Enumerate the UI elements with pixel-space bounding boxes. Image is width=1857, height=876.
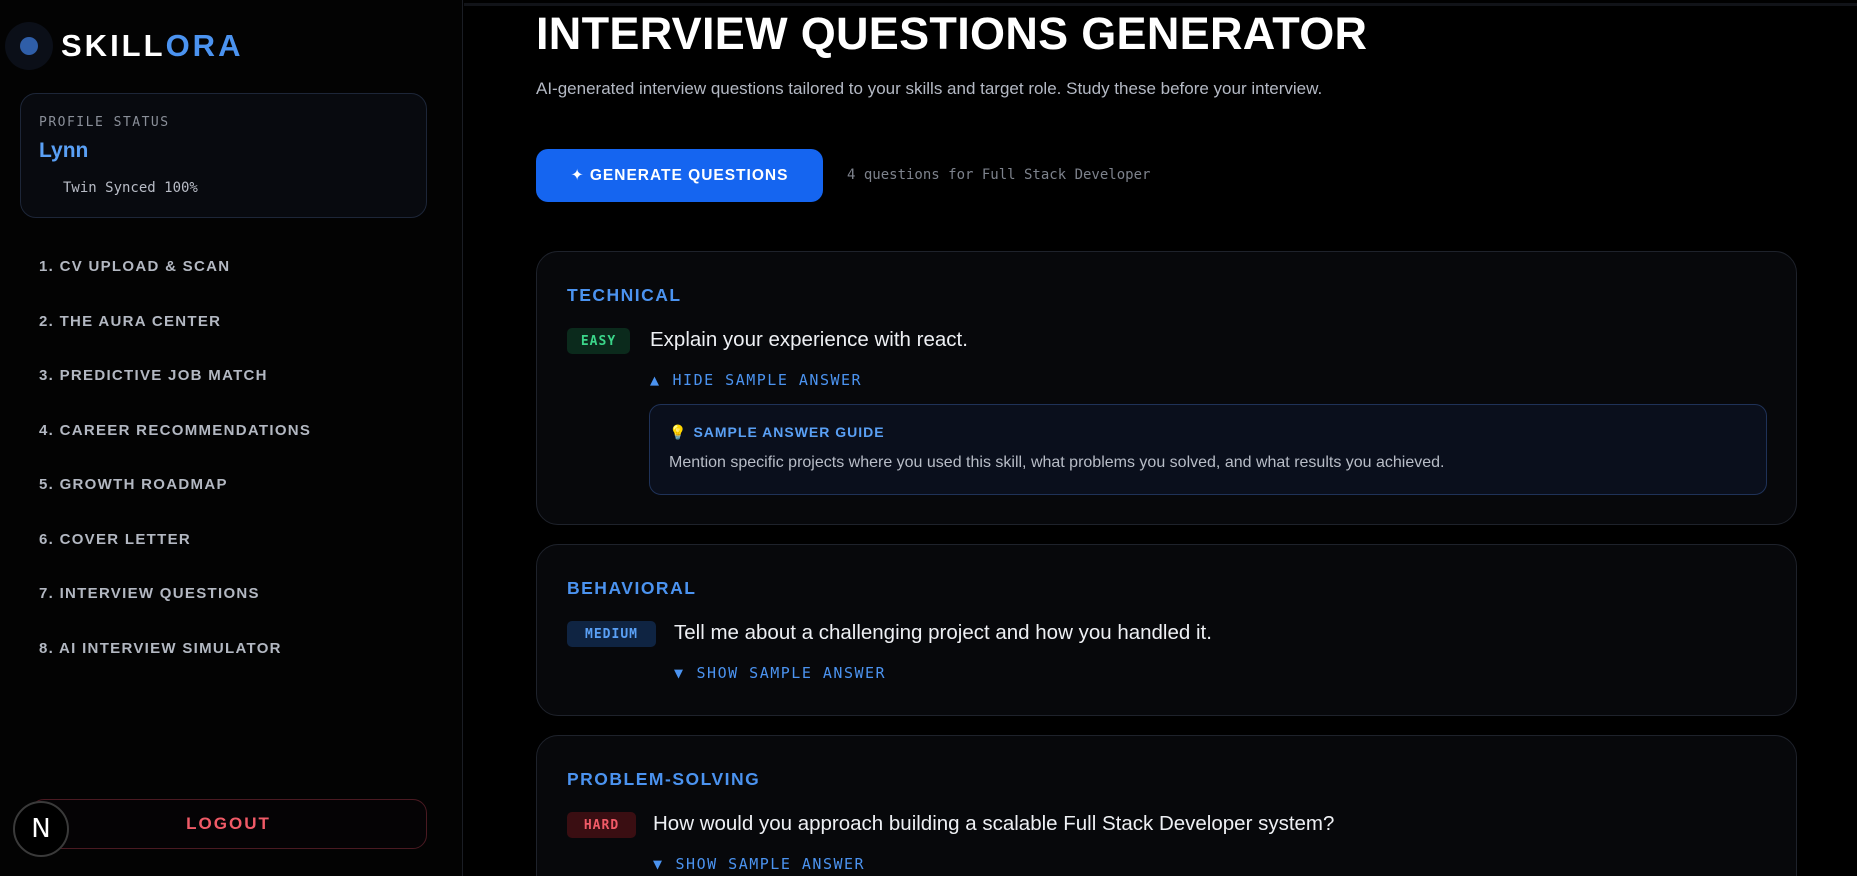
sample-answer-box: 💡 SAMPLE ANSWER GUIDE Mention specific pr… xyxy=(649,404,1767,495)
difficulty-badge: HARD xyxy=(567,812,636,838)
top-divider xyxy=(464,3,1857,6)
brand-name: SKILLORA xyxy=(61,28,243,64)
chevron-down-icon: ▼ xyxy=(674,664,685,682)
generate-questions-button[interactable]: ✦ GENERATE QUESTIONS xyxy=(536,149,823,202)
sidebar-item-interview-questions[interactable]: 7. INTERVIEW QUESTIONS xyxy=(39,580,429,635)
lightbulb-icon: 💡 xyxy=(669,424,688,440)
question-card: BEHAVIORAL MEDIUM Tell me about a challe… xyxy=(536,544,1797,716)
question-card: TECHNICAL EASY Explain your experience w… xyxy=(536,251,1797,525)
profile-status-card: PROFILE STATUS Lynn Twin Synced 100% xyxy=(20,93,427,218)
difficulty-badge: EASY xyxy=(567,328,630,354)
questions-count-info: 4 questions for Full Stack Developer xyxy=(847,167,1151,183)
sidebar-item-cover-letter[interactable]: 6. COVER LETTER xyxy=(39,526,429,581)
toggle-label: SHOW SAMPLE ANSWER xyxy=(675,855,866,873)
toggle-label: SHOW SAMPLE ANSWER xyxy=(696,664,887,682)
sync-status: Twin Synced 100% xyxy=(63,180,198,196)
sidebar-item-cv-upload[interactable]: 1. CV UPLOAD & SCAN xyxy=(39,253,429,308)
profile-name: Lynn xyxy=(39,139,89,162)
question-category: PROBLEM-SOLVING xyxy=(567,769,761,789)
n-logo-icon[interactable]: N xyxy=(13,801,69,857)
toggle-label: HIDE SAMPLE ANSWER xyxy=(672,371,863,389)
show-sample-answer-button[interactable]: ▼ SHOW SAMPLE ANSWER xyxy=(653,855,865,873)
sample-answer-title-text: SAMPLE ANSWER GUIDE xyxy=(693,424,885,440)
page-title: INTERVIEW QUESTIONS GENERATOR xyxy=(536,8,1368,59)
sidebar: SKILLORA PROFILE STATUS Lynn Twin Synced… xyxy=(0,0,463,876)
sidebar-item-interview-simulator[interactable]: 8. AI INTERVIEW SIMULATOR xyxy=(39,635,429,690)
brand-name-part1: SKILL xyxy=(61,28,166,63)
question-text: How would you approach building a scalab… xyxy=(653,812,1335,835)
chevron-up-icon: ▲ xyxy=(650,371,661,389)
sidebar-nav: 1. CV UPLOAD & SCAN 2. THE AURA CENTER 3… xyxy=(39,253,429,689)
difficulty-badge: MEDIUM xyxy=(567,621,656,647)
brand-logo[interactable]: SKILLORA xyxy=(5,22,243,70)
sample-answer-text: Mention specific projects where you used… xyxy=(669,454,1445,471)
question-category: BEHAVIORAL xyxy=(567,578,697,598)
sample-answer-title: 💡 SAMPLE ANSWER GUIDE xyxy=(669,424,885,441)
page-subtitle: AI-generated interview questions tailore… xyxy=(536,79,1323,98)
brand-name-part2: ORA xyxy=(165,28,244,63)
question-text: Explain your experience with react. xyxy=(650,328,968,351)
profile-status-label: PROFILE STATUS xyxy=(39,115,170,130)
sidebar-item-growth-roadmap[interactable]: 5. GROWTH ROADMAP xyxy=(39,471,429,526)
question-text: Tell me about a challenging project and … xyxy=(674,621,1212,644)
hide-sample-answer-button[interactable]: ▲ HIDE SAMPLE ANSWER xyxy=(650,371,862,389)
question-category: TECHNICAL xyxy=(567,285,682,305)
sidebar-item-job-match[interactable]: 3. PREDICTIVE JOB MATCH xyxy=(39,362,429,417)
logout-button[interactable]: LOGOUT xyxy=(30,799,427,849)
question-card: PROBLEM-SOLVING HARD How would you appro… xyxy=(536,735,1797,876)
chevron-down-icon: ▼ xyxy=(653,855,664,873)
show-sample-answer-button[interactable]: ▼ SHOW SAMPLE ANSWER xyxy=(674,664,886,682)
brand-dot-icon xyxy=(5,22,53,70)
sidebar-item-career-recommendations[interactable]: 4. CAREER RECOMMENDATIONS xyxy=(39,417,429,472)
sidebar-item-aura-center[interactable]: 2. THE AURA CENTER xyxy=(39,308,429,363)
